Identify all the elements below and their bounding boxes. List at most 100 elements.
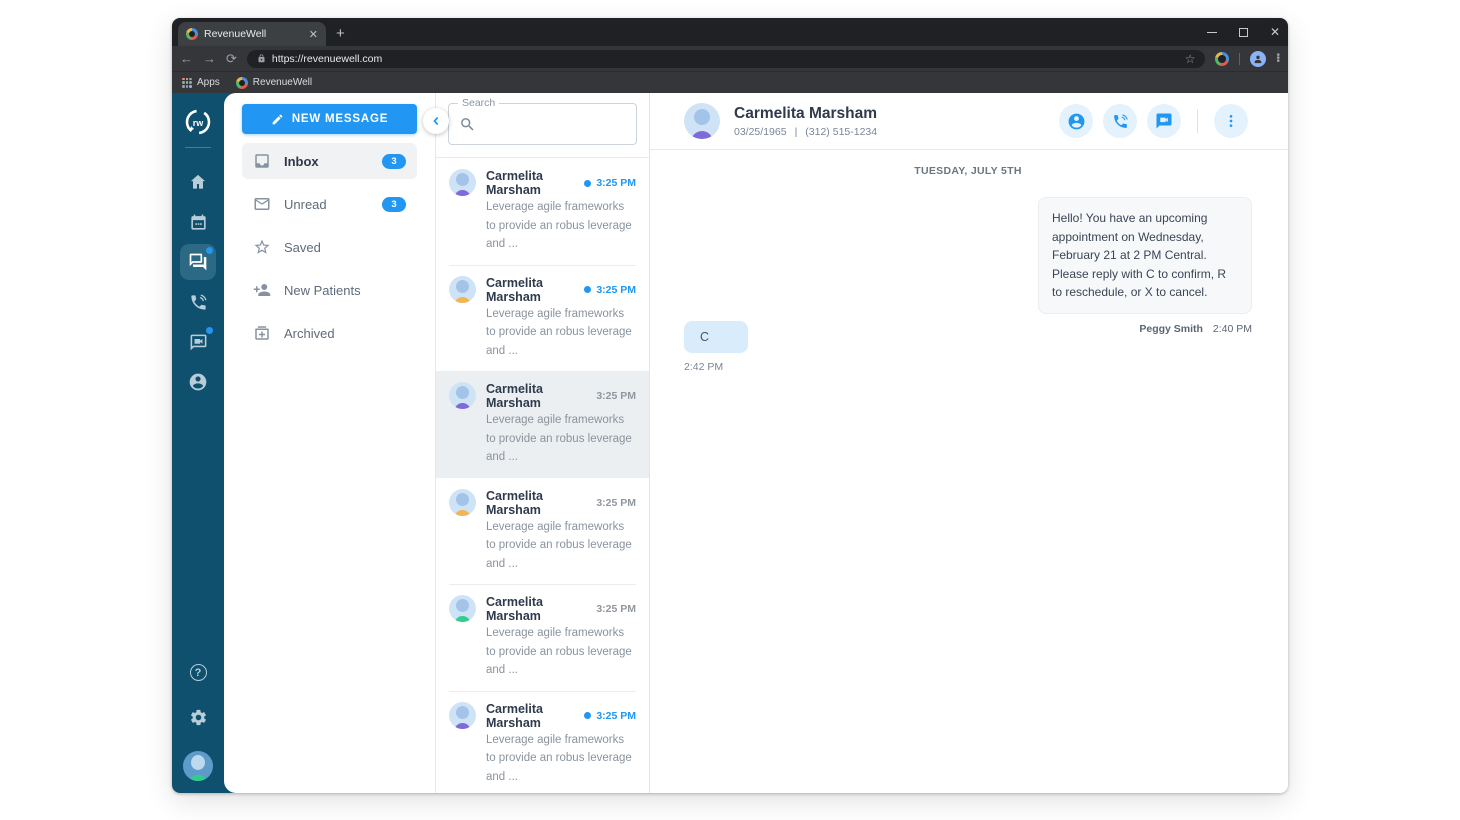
new-message-button[interactable]: NEW MESSAGE	[242, 104, 417, 134]
messages-icon	[189, 253, 207, 271]
home-icon	[190, 174, 206, 189]
contact-name: Carmelita Marsham	[486, 488, 543, 517]
message-time: 3:25 PM	[596, 390, 636, 403]
contact-avatar	[449, 488, 476, 516]
conversation-menu-button[interactable]	[1214, 104, 1248, 138]
reload-icon[interactable]: ⟳	[226, 52, 237, 65]
window-minimize-button[interactable]	[1206, 31, 1217, 33]
chat-header: Carmelita Marsham 03/25/1965 | (312) 515…	[650, 93, 1288, 150]
app-content: NEW MESSAGE Inbox 3 Unread 3 Saved New P…	[224, 93, 1288, 793]
contact-name: Carmelita Marsham	[486, 275, 543, 304]
chat-contact-avatar	[684, 103, 720, 139]
kebab-icon	[1229, 115, 1233, 127]
window-close-button[interactable]: ✕	[1270, 26, 1280, 38]
unread-badge: 3	[382, 196, 406, 212]
sidebar-item-unread[interactable]: Unread 3	[242, 186, 417, 222]
status-dot	[584, 712, 592, 720]
chevron-left-icon	[433, 117, 439, 125]
rail-settings-button[interactable]	[180, 699, 216, 735]
outgoing-time: 2:40 PM	[1212, 322, 1252, 335]
bookmark-favicon	[235, 76, 248, 89]
sidebar-item-label: Unread	[284, 196, 327, 212]
conversation-list-item[interactable]: Carmelita Marsham 3:25 PM Leverage agile…	[436, 158, 649, 265]
message-preview: Leverage agile frameworks to provide an …	[486, 733, 632, 783]
revenuewell-bookmark[interactable]: RevenueWell	[235, 76, 312, 89]
back-icon[interactable]: ←	[180, 52, 193, 65]
conversation-list-item[interactable]: Carmelita Marsham 3:25 PM Leverage agile…	[436, 264, 649, 372]
conversation-list-item[interactable]: Carmelita Marsham 3:25 PM Leverage agile…	[436, 371, 649, 478]
browser-menu-icon[interactable]: • • •	[1276, 51, 1280, 67]
url-text: https://revenuewell.com	[271, 52, 383, 65]
browser-tab[interactable]: RevenueWell ✕	[178, 22, 326, 46]
call-button[interactable]	[1103, 104, 1137, 138]
pencil-icon	[272, 114, 283, 124]
revenuewell-favicon	[186, 28, 198, 40]
user-avatar[interactable]	[183, 751, 213, 781]
sidebar-item-label: Archived	[284, 325, 335, 341]
profile-icon	[1068, 113, 1084, 129]
bookmarks-bar: Apps RevenueWell	[172, 71, 1288, 93]
sidebar-item-archived[interactable]: Archived	[242, 315, 417, 351]
window-maximize-button[interactable]	[1238, 27, 1248, 37]
revenuewell-app: rw ? NEW MESSAGE Inbox 3 Unread 3 Saved …	[172, 93, 1288, 793]
status-dot	[584, 286, 592, 294]
envelope-icon	[253, 195, 271, 213]
sidebar-item-saved[interactable]: Saved	[242, 229, 417, 265]
conversation-list-item[interactable]: Carmelita Marsham 3:25 PM Leverage agile…	[436, 690, 649, 793]
conversation-list-item[interactable]: Carmelita Marsham 3:25 PM Leverage agile…	[436, 584, 649, 691]
contact-name: Carmelita Marsham	[486, 169, 543, 197]
inbox-icon	[253, 152, 271, 170]
contact-phone: (312) 515-1234	[805, 125, 878, 138]
inbox-badge: 3	[382, 153, 406, 169]
sidebar-item-inbox[interactable]: Inbox 3	[242, 143, 417, 179]
chat-contact-name: Carmelita Marsham	[734, 104, 878, 122]
help-icon[interactable]: ?	[189, 664, 207, 681]
search-input[interactable]	[484, 116, 626, 132]
rail-messages-button[interactable]	[180, 244, 216, 280]
apps-label: Apps	[197, 77, 220, 88]
video-message-button[interactable]	[1147, 104, 1181, 138]
folders-sidebar: NEW MESSAGE Inbox 3 Unread 3 Saved New P…	[224, 93, 436, 793]
rail-phone-button[interactable]	[180, 284, 216, 320]
conversation-list: Carmelita Marsham 3:25 PM Leverage agile…	[436, 157, 649, 793]
archive-icon	[253, 324, 271, 342]
extension-icon[interactable]	[1215, 51, 1230, 66]
apps-shortcut[interactable]: Apps	[182, 77, 220, 88]
conversation-list-item[interactable]: Carmelita Marsham 3:25 PM Leverage agile…	[436, 478, 649, 585]
tab-title: RevenueWell	[204, 28, 267, 40]
star-icon	[253, 238, 271, 256]
rail-home-button[interactable]	[180, 164, 216, 200]
tab-close-icon[interactable]: ✕	[309, 28, 318, 41]
search-field[interactable]: Search	[448, 97, 637, 145]
message-thread: TUESDAY, JULY 5TH Hello! You have an upc…	[650, 150, 1288, 793]
message-preview: Leverage agile frameworks to provide an …	[486, 307, 632, 357]
contact-name: Carmelita Marsham	[486, 595, 543, 624]
incoming-time: 2:42 PM	[684, 360, 724, 373]
contact-name: Carmelita Marsham	[486, 701, 543, 730]
video-message-icon	[1156, 113, 1172, 129]
svg-text:rw: rw	[193, 118, 205, 128]
date-banner: TUESDAY, JULY 5TH	[914, 165, 1022, 177]
rail-contacts-button[interactable]	[180, 364, 216, 400]
url-bar[interactable]: https://revenuewell.com ☆	[246, 49, 1206, 68]
message-preview: Leverage agile frameworks to provide an …	[486, 627, 632, 677]
browser-window: RevenueWell ✕ + ✕ ← → ⟳ https://revenuew…	[172, 18, 1288, 793]
contact-profile-button[interactable]	[1059, 104, 1093, 138]
message-time: 3:25 PM	[596, 709, 636, 722]
message-time: 3:25 PM	[596, 496, 636, 509]
forward-icon[interactable]: →	[203, 52, 216, 65]
new-tab-button[interactable]: +	[336, 25, 345, 42]
contact-avatar	[449, 595, 476, 623]
new-message-label: NEW MESSAGE	[291, 113, 389, 125]
revenuewell-logo: rw	[183, 107, 213, 137]
bookmark-star-icon[interactable]: ☆	[1185, 52, 1196, 66]
sender-name: Peggy Smith	[1139, 322, 1203, 335]
browser-profile-avatar[interactable]	[1250, 50, 1267, 67]
phone-icon	[190, 294, 206, 310]
call-icon	[1113, 113, 1128, 128]
rail-calendar-button[interactable]	[180, 204, 216, 240]
rail-video-message-button[interactable]	[180, 324, 216, 360]
sidebar-item-label: Inbox	[284, 153, 319, 169]
collapse-sidebar-button[interactable]	[423, 108, 449, 134]
sidebar-item-new-patients[interactable]: New Patients	[242, 272, 417, 308]
